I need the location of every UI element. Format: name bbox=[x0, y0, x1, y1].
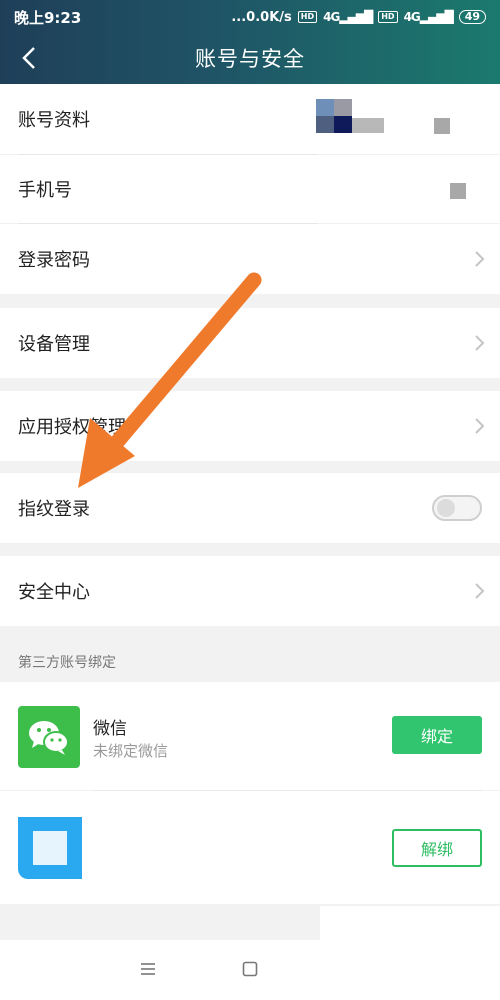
row-phone[interactable]: 手机号 bbox=[0, 155, 500, 223]
fingerprint-toggle[interactable] bbox=[432, 495, 482, 521]
chevron-right-icon bbox=[475, 583, 485, 599]
row-other-account: 解绑 bbox=[0, 791, 500, 904]
row-label: 安全中心 bbox=[18, 582, 90, 603]
home-icon[interactable] bbox=[242, 961, 258, 977]
row-login-password[interactable]: 登录密码 bbox=[0, 224, 500, 294]
toggle-knob bbox=[437, 499, 455, 517]
app-icon bbox=[18, 817, 82, 879]
battery-icon: 49 bbox=[458, 10, 486, 24]
page-title: 账号与安全 bbox=[195, 47, 305, 71]
status-icons: ...0.0K/s HD 4G▂▄▆█ HD 4G▂▄▆█ 49 bbox=[231, 10, 486, 25]
status-bar: 晚上9:23 ...0.0K/s HD 4G▂▄▆█ HD 4G▂▄▆█ 49 bbox=[14, 6, 486, 28]
avatar bbox=[316, 99, 386, 133]
row-label: 指纹登录 bbox=[18, 499, 90, 520]
net-speed: ...0.0K/s bbox=[231, 9, 292, 25]
redacted-value bbox=[434, 118, 450, 134]
wechat-icon bbox=[18, 706, 80, 768]
unbind-button[interactable]: 解绑 bbox=[392, 829, 482, 867]
redacted-value bbox=[450, 183, 466, 199]
section-title-third-party: 第三方账号绑定 bbox=[18, 655, 116, 671]
row-fingerprint-login[interactable]: 指纹登录 bbox=[0, 473, 500, 543]
wechat-status: 未绑定微信 bbox=[93, 742, 169, 760]
row-device-management[interactable]: 设备管理 bbox=[0, 308, 500, 378]
menu-icon[interactable] bbox=[140, 962, 156, 976]
wechat-name: 微信 bbox=[93, 719, 127, 739]
signal-icon: 4G▂▄▆█ bbox=[323, 10, 373, 24]
header: 晚上9:23 ...0.0K/s HD 4G▂▄▆█ HD 4G▂▄▆█ 49 … bbox=[0, 0, 500, 84]
row-security-center[interactable]: 安全中心 bbox=[0, 556, 500, 626]
chevron-right-icon bbox=[475, 251, 485, 267]
blank-area bbox=[320, 906, 500, 940]
signal-icon-2: 4G▂▄▆█ bbox=[403, 10, 454, 24]
chevron-left-icon bbox=[22, 47, 35, 69]
row-app-authorization[interactable]: 应用授权管理 bbox=[0, 391, 500, 461]
status-time: 晚上9:23 bbox=[14, 8, 82, 27]
chevron-right-icon bbox=[475, 335, 485, 351]
hd-icon: HD bbox=[297, 11, 318, 23]
row-label: 手机号 bbox=[18, 180, 72, 201]
row-wechat: 微信 未绑定微信 绑定 bbox=[0, 682, 500, 790]
system-nav-bar bbox=[0, 940, 500, 1000]
row-label: 登录密码 bbox=[18, 250, 90, 271]
bind-wechat-button[interactable]: 绑定 bbox=[392, 716, 482, 754]
row-account-profile[interactable]: 账号资料 bbox=[0, 84, 500, 154]
title-bar: 账号与安全 bbox=[0, 36, 500, 80]
row-label: 设备管理 bbox=[18, 334, 90, 355]
hd-icon-2: HD bbox=[378, 11, 398, 23]
row-label: 应用授权管理 bbox=[18, 417, 126, 438]
row-label: 账号资料 bbox=[18, 110, 90, 131]
chevron-right-icon bbox=[475, 418, 485, 434]
back-button[interactable] bbox=[14, 40, 44, 76]
app-icon-inner bbox=[33, 831, 67, 865]
